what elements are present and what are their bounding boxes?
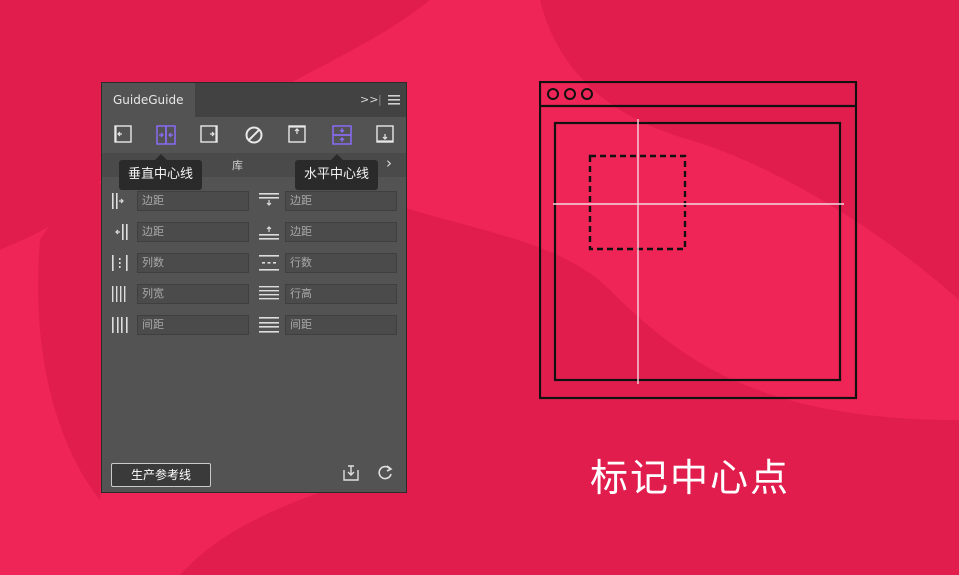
tabbar-divider: | xyxy=(378,93,382,106)
columns-icon xyxy=(110,253,132,273)
save-icon[interactable] xyxy=(342,464,362,484)
vertical-center-guide-icon[interactable] xyxy=(156,125,176,145)
clear-guides-icon[interactable] xyxy=(244,125,264,145)
rows-field-3[interactable]: 行高 xyxy=(285,284,397,304)
columns-field-4[interactable]: 间距 xyxy=(137,315,249,335)
right-margin-icon xyxy=(110,222,132,242)
panel-tabbar: GuideGuide >> | xyxy=(102,83,406,117)
hamburger-icon[interactable] xyxy=(388,95,400,105)
left-guide-icon[interactable] xyxy=(114,125,134,145)
generate-guides-button[interactable]: 生产参考线 xyxy=(111,463,211,487)
tooltip-vertical-center: 垂直中心线 xyxy=(119,154,203,190)
row-gutter-icon xyxy=(258,315,280,335)
bottom-guide-icon[interactable] xyxy=(376,125,396,145)
rows-icon xyxy=(258,253,280,273)
refresh-icon[interactable] xyxy=(376,464,396,484)
left-margin-icon xyxy=(110,191,132,211)
window-dot-icon xyxy=(547,88,559,100)
columns-field-0[interactable]: 边距 xyxy=(137,191,249,211)
window-dot-icon xyxy=(564,88,576,100)
panel-tab-guideguide[interactable]: GuideGuide xyxy=(102,83,195,117)
right-guide-icon[interactable] xyxy=(200,125,220,145)
column-gutter-icon xyxy=(110,315,132,335)
window-frame xyxy=(539,81,858,400)
caption-title: 标记中心点 xyxy=(590,456,791,500)
column-width-icon xyxy=(110,284,132,304)
top-guide-icon[interactable] xyxy=(288,125,308,145)
rows-field-0[interactable]: 边距 xyxy=(285,191,397,211)
horizontal-center-guide-icon[interactable] xyxy=(332,125,352,145)
tooltip-horizontal-center: 水平中心线 xyxy=(295,154,379,190)
guide-toolbar xyxy=(102,119,406,151)
collapse-panel-button[interactable]: >> xyxy=(360,83,378,117)
window-dot-icon xyxy=(581,88,593,100)
subtab-next-arrow[interactable]: › xyxy=(386,154,392,172)
top-margin-icon xyxy=(258,191,280,211)
rows-field-2[interactable]: 行数 xyxy=(285,253,397,273)
columns-field-3[interactable]: 列宽 xyxy=(137,284,249,304)
columns-field-1[interactable]: 边距 xyxy=(137,222,249,242)
rows-field-1[interactable]: 边距 xyxy=(285,222,397,242)
guideguide-panel: GuideGuide >> | 库 › 垂直中心线 水平中心线 边距 边距 列数… xyxy=(101,82,407,493)
subtab-library[interactable]: 库 xyxy=(232,157,243,173)
artboard xyxy=(553,121,842,382)
browser-wireframe-illustration xyxy=(539,81,858,400)
bottom-margin-icon xyxy=(258,222,280,242)
row-height-icon xyxy=(258,284,280,304)
rows-field-4[interactable]: 间距 xyxy=(285,315,397,335)
columns-field-2[interactable]: 列数 xyxy=(137,253,249,273)
